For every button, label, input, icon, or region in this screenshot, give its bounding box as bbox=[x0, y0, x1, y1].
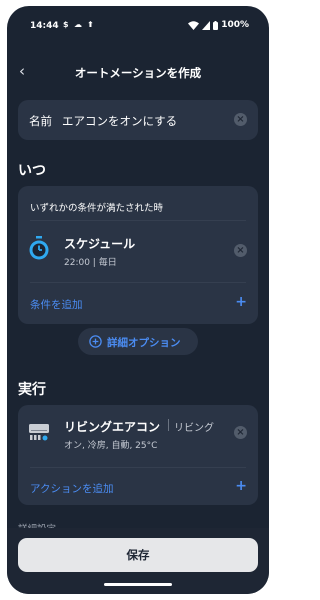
status-bar: 14:44 $ ☁ ⬆ 100% bbox=[7, 18, 269, 34]
name-field[interactable]: 名前 エアコンをオンにする × bbox=[18, 100, 258, 140]
execute-section-title: 実行 bbox=[18, 382, 46, 398]
device-name: リビングエアコン bbox=[64, 420, 161, 434]
upload-icon: ⬆ bbox=[87, 20, 94, 29]
page-title: オートメーションを作成 bbox=[74, 66, 202, 80]
status-time: 14:44 bbox=[30, 21, 59, 31]
condition-mode[interactable]: いずれかの条件が満たされた時 bbox=[30, 200, 163, 214]
remove-schedule-icon[interactable]: × bbox=[234, 244, 247, 257]
schedule-condition[interactable]: スケジュール 22:00 | 毎日 × bbox=[18, 226, 258, 274]
divider bbox=[30, 467, 246, 468]
plus-icon: + bbox=[235, 294, 247, 310]
execute-card: リビングエアコン リビング オン, 冷房, 自動, 25°C × アクションを追… bbox=[18, 405, 258, 505]
plus-circle-icon bbox=[89, 335, 102, 348]
wifi-icon bbox=[188, 20, 200, 30]
home-indicator bbox=[104, 583, 172, 586]
clear-name-icon[interactable]: × bbox=[234, 113, 247, 126]
status-icons: 100% bbox=[188, 20, 249, 30]
name-label: 名前 bbox=[29, 114, 52, 128]
cloud-sync-icon: ☁ bbox=[74, 20, 82, 29]
save-button[interactable]: 保存 bbox=[18, 538, 258, 572]
advanced-options-button[interactable]: 詳細オプション bbox=[78, 328, 198, 355]
remove-action-icon[interactable]: × bbox=[234, 426, 247, 439]
device-room: リビング bbox=[174, 423, 214, 434]
stopwatch-icon bbox=[29, 236, 49, 260]
advanced-options-label: 詳細オプション bbox=[107, 337, 181, 349]
name-value: エアコンをオンにする bbox=[62, 114, 178, 128]
when-section-title: いつ bbox=[18, 163, 46, 179]
add-action-button[interactable]: アクションを追加 + bbox=[18, 471, 258, 503]
battery-percent: 100% bbox=[221, 20, 249, 30]
divider bbox=[30, 220, 246, 221]
signal-icon bbox=[202, 20, 211, 30]
schedule-detail: 22:00 | 毎日 bbox=[64, 258, 117, 268]
battery-icon bbox=[213, 20, 219, 30]
phone-screen: 14:44 $ ☁ ⬆ 100% ‹ オートメーションを作成 名前 エアコンをオ… bbox=[7, 6, 269, 594]
when-card: いずれかの条件が満たされた時 スケジュール 22:00 | 毎日 × 条件を追加… bbox=[18, 186, 258, 324]
schedule-title: スケジュール bbox=[64, 237, 136, 251]
device-state: オン, 冷房, 自動, 25°C bbox=[64, 441, 158, 451]
device-action[interactable]: リビングエアコン リビング オン, 冷房, 自動, 25°C × bbox=[18, 405, 258, 465]
add-action-label: アクションを追加 bbox=[30, 483, 114, 495]
add-condition-label: 条件を追加 bbox=[30, 299, 83, 311]
room-separator bbox=[168, 419, 169, 431]
divider bbox=[30, 282, 246, 283]
plus-icon: + bbox=[235, 478, 247, 494]
air-conditioner-icon bbox=[29, 424, 49, 441]
dollar-icon: $ bbox=[63, 20, 69, 29]
app-bar: ‹ オートメーションを作成 bbox=[7, 58, 269, 88]
add-condition-button[interactable]: 条件を追加 + bbox=[18, 286, 258, 320]
